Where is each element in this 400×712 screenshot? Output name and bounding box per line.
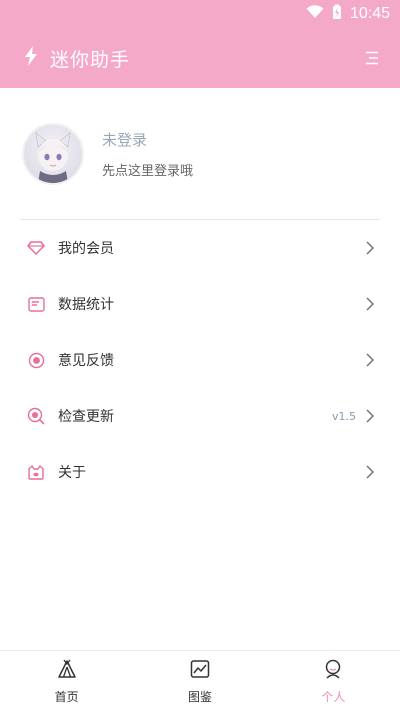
login-hint[interactable]: 先点这里登录哦 <box>102 160 193 179</box>
about-icon <box>26 462 46 482</box>
menu-item-statistics[interactable]: 数据统计 <box>0 276 400 332</box>
profile-card[interactable]: 未登录 先点这里登录哦 <box>0 88 400 220</box>
status-bar: 10:45 <box>0 0 400 28</box>
nav-label: 图鉴 <box>187 689 212 704</box>
menu-label: 意见反馈 <box>58 353 114 369</box>
menu-label: 关于 <box>58 465 86 481</box>
menu-item-check-update[interactable]: 检查更新 v1.5 <box>0 388 400 444</box>
nav-gallery[interactable]: 图鉴 <box>133 651 266 712</box>
gallery-icon <box>190 659 210 683</box>
nav-home[interactable]: 首页 <box>0 651 133 712</box>
menu-label: 数据统计 <box>58 297 114 313</box>
chevron-right-icon <box>366 409 376 423</box>
search-update-icon <box>26 406 46 426</box>
diamond-icon <box>26 238 46 258</box>
nav-profile[interactable]: 个人 <box>267 651 400 712</box>
menu-item-feedback[interactable]: 意见反馈 <box>0 332 400 388</box>
app-bar: 迷你助手 <box>0 28 400 88</box>
menu-icon[interactable] <box>360 46 384 70</box>
menu-item-membership[interactable]: 我的会员 <box>0 220 400 276</box>
avatar[interactable] <box>22 123 84 185</box>
username: 未登录 <box>102 131 148 149</box>
nav-label: 首页 <box>54 689 79 704</box>
feedback-icon <box>26 350 46 370</box>
version-label: v1.5 <box>331 409 356 423</box>
menu-label: 检查更新 <box>58 409 114 425</box>
chevron-right-icon <box>366 353 376 367</box>
lightning-icon <box>24 46 38 70</box>
clock: 10:45 <box>349 5 390 22</box>
chevron-right-icon <box>366 241 376 255</box>
tent-icon <box>57 659 77 683</box>
person-icon <box>323 659 343 683</box>
wifi-icon <box>306 5 324 23</box>
battery-icon <box>332 4 342 24</box>
chevron-right-icon <box>366 465 376 479</box>
menu-label: 我的会员 <box>58 241 114 257</box>
bottom-nav: 首页 图鉴 个人 <box>0 650 400 712</box>
nav-label: 个人 <box>321 689 346 704</box>
menu-list: 我的会员 数据统计 意见反馈 检查更新 v1.5 关于 <box>0 220 400 500</box>
chart-card-icon <box>26 294 46 314</box>
chevron-right-icon <box>366 297 376 311</box>
app-title: 迷你助手 <box>50 48 131 71</box>
menu-item-about[interactable]: 关于 <box>0 444 400 500</box>
